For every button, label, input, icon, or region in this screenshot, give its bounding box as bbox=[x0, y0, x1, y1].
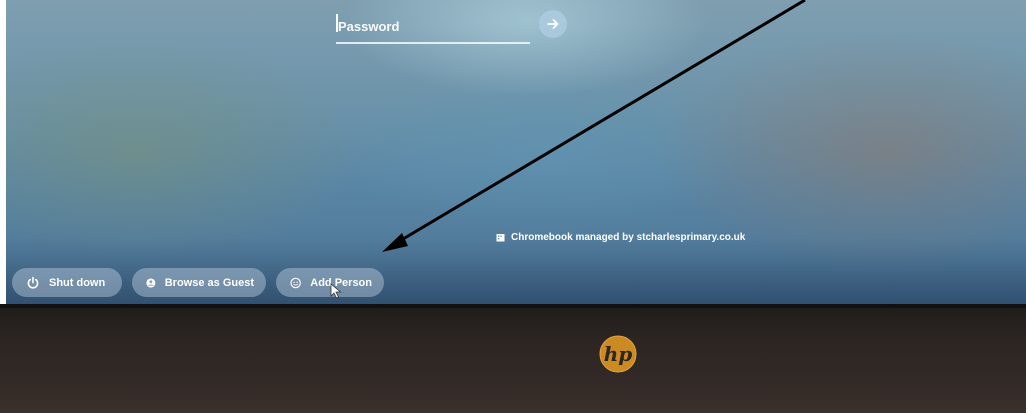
mouse-pointer-icon bbox=[330, 283, 342, 299]
shut-down-button[interactable]: Shut down bbox=[12, 268, 122, 297]
shut-down-label: Shut down bbox=[49, 276, 106, 289]
guest-icon bbox=[146, 277, 156, 288]
chromeos-login-screen: Chromebook managed by stcharlesprimary.c… bbox=[6, 0, 1026, 308]
browse-as-guest-button[interactable]: Browse as Guest bbox=[132, 268, 266, 297]
building-icon bbox=[496, 233, 505, 241]
arrow-right-icon bbox=[547, 19, 559, 29]
svg-text:hp: hp bbox=[604, 342, 633, 366]
login-shelf: Shut down Browse as Guest Add Person bbox=[12, 268, 384, 297]
text-caret bbox=[336, 14, 338, 32]
power-icon bbox=[27, 276, 39, 289]
managed-device-notice: Chromebook managed by stcharlesprimary.c… bbox=[496, 230, 745, 244]
laptop-bezel bbox=[0, 308, 1026, 413]
photo: Chromebook managed by stcharlesprimary.c… bbox=[0, 0, 1026, 413]
hp-logo-icon: hp bbox=[599, 335, 637, 373]
submit-button[interactable] bbox=[539, 10, 567, 38]
password-field[interactable] bbox=[336, 8, 530, 44]
password-input[interactable] bbox=[338, 16, 524, 36]
browse-as-guest-label: Browse as Guest bbox=[164, 276, 254, 289]
add-person-icon bbox=[290, 277, 301, 288]
managed-device-text: Chromebook managed by stcharlesprimary.c… bbox=[511, 231, 746, 243]
